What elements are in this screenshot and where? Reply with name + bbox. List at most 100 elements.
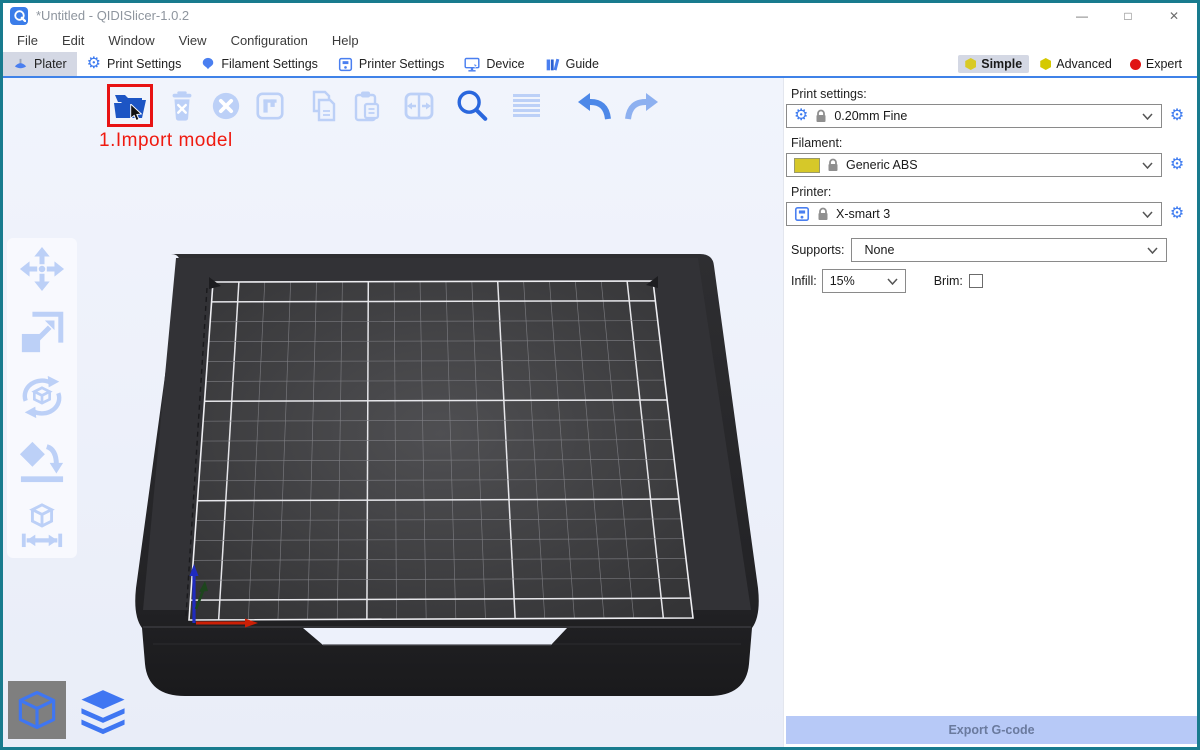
trash-icon bbox=[166, 90, 198, 122]
window-title: *Untitled - QIDISlicer-1.0.2 bbox=[36, 8, 189, 23]
simple-mode-dot-icon bbox=[965, 58, 976, 70]
rotate-icon bbox=[19, 374, 65, 420]
settings-panel: Print settings: ⚙ 0.20mm Fine ⚙ Filament… bbox=[783, 78, 1197, 747]
tab-label: Plater bbox=[34, 57, 67, 71]
chevron-down-icon bbox=[1147, 247, 1158, 254]
menu-file[interactable]: File bbox=[11, 31, 44, 50]
export-gcode-button[interactable]: Export G-code bbox=[786, 716, 1197, 744]
measure-button[interactable] bbox=[19, 502, 65, 548]
supports-combo[interactable]: None bbox=[851, 238, 1167, 262]
filament-combo[interactable]: Generic ABS bbox=[786, 153, 1162, 177]
app-logo-icon bbox=[10, 7, 28, 25]
tab-filament-settings[interactable]: Filament Settings bbox=[191, 52, 328, 76]
rotate-button[interactable] bbox=[19, 374, 65, 420]
maximize-button[interactable]: □ bbox=[1105, 3, 1151, 28]
mode-simple-button[interactable]: Simple bbox=[958, 55, 1029, 73]
circle-x-icon bbox=[210, 90, 242, 122]
filament-spool-icon bbox=[201, 57, 215, 71]
printer-icon bbox=[794, 206, 810, 222]
minimize-button[interactable]: — bbox=[1059, 3, 1105, 28]
undo-button[interactable] bbox=[577, 88, 613, 124]
menu-edit[interactable]: Edit bbox=[56, 31, 90, 50]
printer-combo[interactable]: X-smart 3 bbox=[786, 202, 1162, 226]
delete-button[interactable] bbox=[164, 88, 200, 124]
close-button[interactable]: ✕ bbox=[1151, 3, 1197, 28]
mode-expert-button[interactable]: Expert bbox=[1123, 55, 1189, 73]
split-to-objects-button[interactable] bbox=[401, 88, 437, 124]
move-button[interactable] bbox=[19, 246, 65, 292]
menu-configuration[interactable]: Configuration bbox=[225, 31, 314, 50]
copy-button[interactable] bbox=[305, 88, 341, 124]
chevron-down-icon bbox=[1142, 211, 1153, 218]
menu-help[interactable]: Help bbox=[326, 31, 365, 50]
paste-button[interactable] bbox=[349, 88, 385, 124]
tab-label: Device bbox=[486, 57, 524, 71]
preview-button[interactable] bbox=[74, 681, 132, 739]
scale-icon bbox=[19, 310, 65, 356]
print-settings-gear-button[interactable]: ⚙ bbox=[1167, 108, 1187, 124]
move-icon bbox=[19, 246, 65, 292]
gear-icon: ⚙ bbox=[794, 108, 808, 124]
copy-icon bbox=[306, 89, 340, 123]
layers-list-button[interactable] bbox=[508, 88, 544, 124]
tab-label: Guide bbox=[566, 57, 599, 71]
layers-list-icon bbox=[509, 89, 543, 123]
filament-value: Generic ABS bbox=[846, 158, 1135, 172]
brim-checkbox[interactable] bbox=[969, 274, 983, 288]
place-on-face-button[interactable] bbox=[19, 438, 65, 484]
mode-label: Expert bbox=[1146, 57, 1182, 71]
view-mode-toggles bbox=[8, 681, 132, 739]
filament-label: Filament: bbox=[791, 136, 1187, 150]
chevron-down-icon bbox=[1142, 113, 1153, 120]
delete-all-button[interactable] bbox=[208, 88, 244, 124]
tab-print-settings[interactable]: ⚙ Print Settings bbox=[77, 52, 192, 76]
tab-printer-settings[interactable]: Printer Settings bbox=[328, 52, 454, 76]
tab-label: Print Settings bbox=[107, 57, 181, 71]
tab-label: Printer Settings bbox=[359, 57, 444, 71]
printer-value: X-smart 3 bbox=[836, 207, 1135, 221]
menu-window[interactable]: Window bbox=[102, 31, 160, 50]
redo-button[interactable] bbox=[623, 88, 659, 124]
printer-gear-button[interactable]: ⚙ bbox=[1167, 206, 1187, 222]
plater-toolbar bbox=[112, 88, 659, 124]
split-panes-icon bbox=[402, 89, 436, 123]
title-bar: *Untitled - QIDISlicer-1.0.2 — □ ✕ bbox=[3, 3, 1197, 28]
3d-editor-view-button[interactable] bbox=[8, 681, 66, 739]
advanced-mode-dot-icon bbox=[1040, 58, 1051, 70]
paste-clipboard-icon bbox=[350, 89, 384, 123]
app-window: *Untitled - QIDISlicer-1.0.2 — □ ✕ File … bbox=[0, 0, 1200, 750]
supports-label: Supports: bbox=[791, 243, 845, 257]
import-model-button[interactable] bbox=[112, 88, 148, 124]
gear-icon: ⚙ bbox=[1170, 108, 1184, 124]
arrange-grid-icon bbox=[254, 90, 286, 122]
infill-value: 15% bbox=[830, 274, 881, 288]
mode-selector: Simple Advanced Expert bbox=[958, 52, 1197, 76]
tab-bar: Plater ⚙ Print Settings Filament Setting… bbox=[3, 52, 1197, 76]
print-settings-value: 0.20mm Fine bbox=[834, 109, 1135, 123]
gear-icon: ⚙ bbox=[87, 56, 101, 72]
tab-device[interactable]: Device bbox=[454, 52, 534, 76]
filament-gear-button[interactable]: ⚙ bbox=[1167, 157, 1187, 173]
print-settings-combo[interactable]: ⚙ 0.20mm Fine bbox=[786, 104, 1162, 128]
printer-icon bbox=[338, 57, 353, 72]
tab-plater[interactable]: Plater bbox=[3, 52, 77, 76]
measure-icon bbox=[19, 502, 65, 548]
mode-label: Advanced bbox=[1056, 57, 1112, 71]
tab-guide[interactable]: Guide bbox=[535, 52, 609, 76]
arrange-button[interactable] bbox=[252, 88, 288, 124]
scale-button[interactable] bbox=[19, 310, 65, 356]
infill-label: Infill: bbox=[791, 274, 817, 288]
filament-color-swatch bbox=[794, 158, 820, 173]
3d-view-cube-icon bbox=[14, 687, 60, 733]
chevron-down-icon bbox=[887, 278, 898, 285]
menu-view[interactable]: View bbox=[173, 31, 213, 50]
infill-combo[interactable]: 15% bbox=[822, 269, 906, 293]
plater-icon bbox=[13, 57, 28, 72]
search-button[interactable] bbox=[454, 88, 490, 124]
redo-arrow-icon bbox=[623, 90, 659, 122]
3d-viewport[interactable]: 1.Import model bbox=[3, 78, 783, 747]
tray-handle-cutout bbox=[303, 628, 567, 645]
print-bed-scene[interactable] bbox=[3, 78, 783, 747]
mode-advanced-button[interactable]: Advanced bbox=[1033, 55, 1119, 73]
preview-layers-icon bbox=[78, 685, 128, 735]
